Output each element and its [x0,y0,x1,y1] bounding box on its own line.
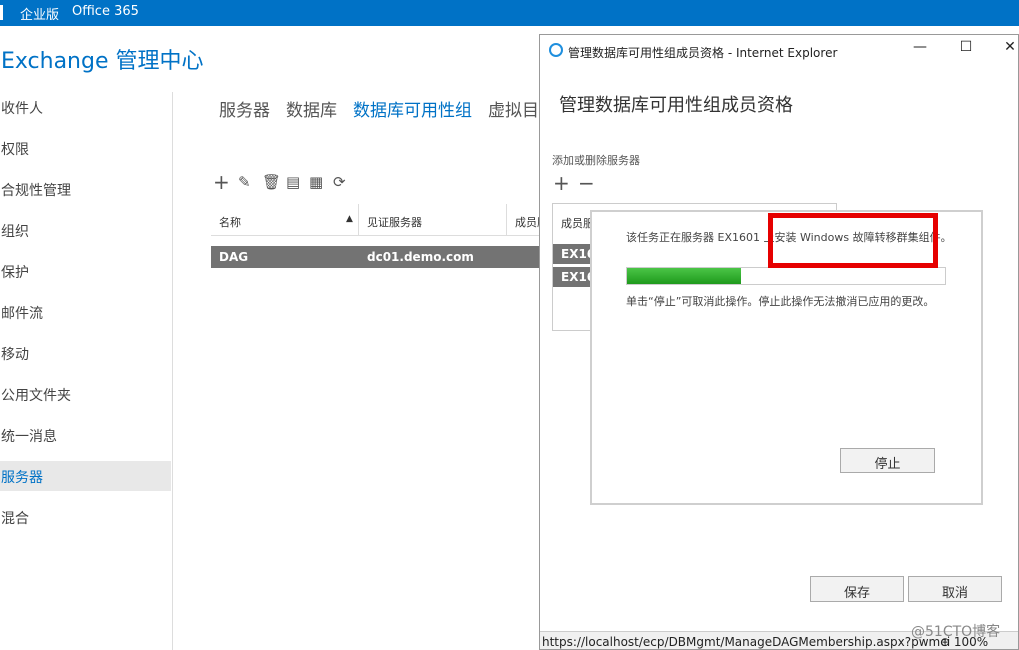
tab-servers[interactable]: 服务器 [219,96,270,121]
sidebar-item-recipients[interactable]: 收件人 [0,92,171,122]
sidebar-item-mailflow[interactable]: 邮件流 [0,297,171,327]
sidebar-item-label: 移动 [1,347,29,363]
sidebar-divider [172,92,173,650]
progress-bar [626,267,946,285]
tab-dag[interactable]: 数据库可用性组 [353,96,472,121]
progress-hint: 单击“停止”可取消此操作。停止此操作无法撤消已应用的更改。 [626,295,935,308]
stop-button[interactable]: 停止 [840,448,935,473]
table-row[interactable]: DAG dc01.demo.com [211,246,541,268]
delete-icon[interactable]: 🗑 [262,173,281,191]
sidebar-item-label: 混合 [1,511,29,527]
tab-virtual-directories[interactable]: 虚拟目 [488,96,539,121]
sidebar-item-mobile[interactable]: 移动 [0,338,171,368]
remove-server-icon[interactable]: − [578,171,595,195]
add-remove-label: 添加或删除服务器 [552,154,640,167]
dialog-heading: 管理数据库可用性组成员资格 [559,95,793,116]
save-button[interactable]: 保存 [810,576,904,602]
watermark: @51CTO博客 [911,624,1001,640]
top-bar-edge [0,5,3,20]
sidebar-item-public-folders[interactable]: 公用文件夹 [0,379,171,409]
sidebar-item-servers[interactable]: 服务器 [0,461,171,491]
sidebar-item-protection[interactable]: 保护 [0,256,171,286]
column-header-label: 名称 [219,216,241,229]
edit-icon[interactable]: ✎ [238,173,251,191]
app-title: Exchange 管理中心 [1,49,204,74]
sidebar-item-label: 组织 [1,224,29,240]
minimize-button[interactable]: — [905,39,935,61]
edition-link[interactable]: 企业版 [20,4,59,23]
column-header-witness[interactable]: 见证服务器 [359,204,507,236]
sidebar-item-unified-messaging[interactable]: 统一消息 [0,420,171,450]
sidebar-item-hybrid[interactable]: 混合 [0,502,171,532]
close-button[interactable]: ✕ [995,39,1018,61]
status-url: https://localhost/ecp/DBMgmt/ManageDAGMe… [542,635,951,649]
highlight-box [768,213,938,268]
sort-ascending-icon: ▲ [346,214,353,224]
server-add-icon[interactable]: ▤ [286,173,300,191]
sidebar-item-label: 合规性管理 [1,183,71,199]
refresh-icon[interactable]: ⟳ [333,173,346,191]
sidebar-item-label: 收件人 [1,101,43,117]
office365-link[interactable]: Office 365 [72,4,139,19]
sidebar-item-label: 服务器 [1,470,43,486]
witness-cell: dc01.demo.com [367,250,474,264]
column-header-name[interactable]: 名称 ▲ [211,204,359,236]
dag-grid: 名称 ▲ 见证服务器 成员服 DAG dc01.demo.com [211,204,548,268]
sidebar-item-label: 权限 [1,142,29,158]
sidebar-item-label: 统一消息 [1,429,57,445]
add-server-icon[interactable]: + [553,171,570,195]
sidebar-item-label: 邮件流 [1,306,43,322]
ie-logo-icon [549,43,563,57]
sidebar-item-organization[interactable]: 组织 [0,215,171,245]
sidebar-item-compliance[interactable]: 合规性管理 [0,174,171,204]
dag-name-cell: DAG [219,250,249,264]
sidebar-item-label: 公用文件夹 [1,388,71,404]
sidebar-item-label: 保护 [1,265,29,281]
server-settings-icon[interactable]: ▦ [309,173,323,191]
ie-window-title: 管理数据库可用性组成员资格 - Internet Explorer [568,46,838,60]
add-icon[interactable]: + [213,170,230,194]
maximize-button[interactable]: ☐ [951,39,981,61]
top-bar: 企业版 Office 365 [0,0,1019,26]
cancel-button[interactable]: 取消 [908,576,1002,602]
progress-fill [627,268,742,284]
tab-databases[interactable]: 数据库 [286,96,337,121]
column-header-label: 见证服务器 [367,216,422,229]
sidebar-item-permissions[interactable]: 权限 [0,133,171,163]
